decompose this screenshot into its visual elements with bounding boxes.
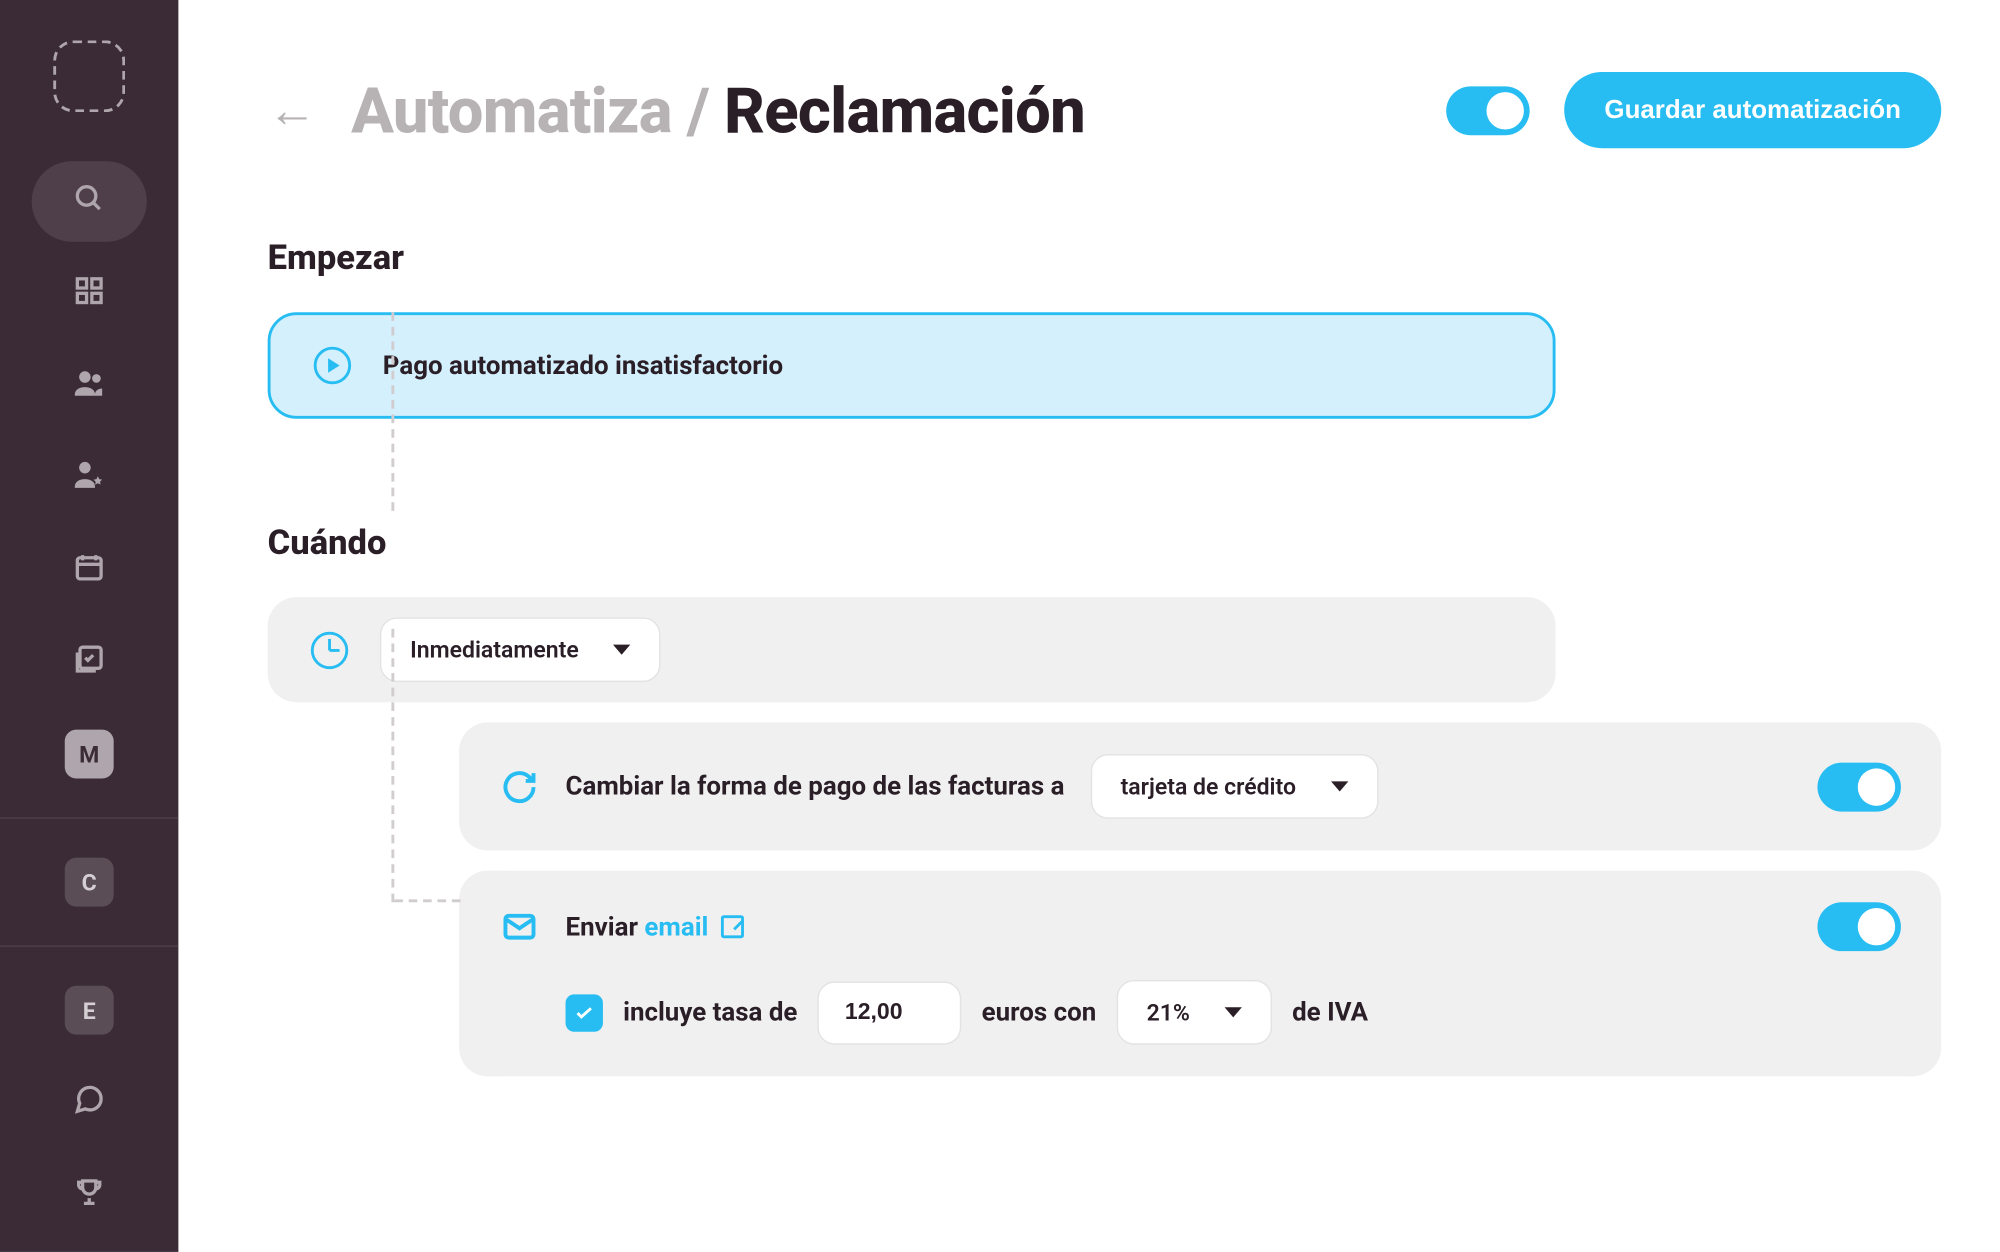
sidebar-item-members[interactable] xyxy=(32,345,147,426)
change-payment-label: Cambiar la forma de pago de las facturas… xyxy=(566,771,1065,801)
fee-amount-input[interactable] xyxy=(818,981,962,1044)
change-payment-toggle[interactable] xyxy=(1817,762,1900,811)
sidebar-divider xyxy=(0,817,178,818)
save-button[interactable]: Guardar automatización xyxy=(1564,72,1941,148)
breadcrumb-current: Reclamación xyxy=(724,73,1085,148)
people-icon xyxy=(72,366,107,406)
sidebar: M C E xyxy=(0,0,178,1252)
send-email-toggle[interactable] xyxy=(1817,902,1900,951)
main-content: ← Automatiza / Reclamación Guardar autom… xyxy=(178,0,2000,1252)
breadcrumb-parent[interactable]: Automatiza xyxy=(351,73,672,148)
sidebar-item-achievements[interactable] xyxy=(32,1154,147,1235)
timing-dropdown[interactable]: Inmediatamente xyxy=(380,617,661,682)
search-icon xyxy=(73,183,105,220)
fee-mid: euros con xyxy=(982,997,1097,1027)
payment-method-dropdown[interactable]: tarjeta de crédito xyxy=(1090,754,1378,819)
mail-icon xyxy=(499,907,539,947)
back-arrow-icon[interactable]: ← xyxy=(268,81,317,139)
sidebar-item-chat[interactable] xyxy=(32,1062,147,1143)
action-change-payment: Cambiar la forma de pago de las facturas… xyxy=(459,722,1941,850)
sidebar-item-favorites[interactable] xyxy=(32,437,147,518)
section-title-when: Cuándo xyxy=(268,522,1942,562)
trophy-icon xyxy=(73,1176,105,1213)
sidebar-item-tasks[interactable] xyxy=(32,622,147,703)
sidebar-badge-c[interactable]: C xyxy=(32,842,147,923)
trigger-card[interactable]: Pago automatizado insatisfactorio xyxy=(268,312,1556,418)
sidebar-badge-m[interactable]: M xyxy=(32,714,147,795)
vat-dropdown[interactable]: 21% xyxy=(1116,980,1272,1045)
caret-down-icon xyxy=(1331,781,1348,791)
trigger-label: Pago automatizado insatisfactorio xyxy=(383,350,783,380)
external-link-icon[interactable] xyxy=(721,914,744,937)
play-circle-icon xyxy=(314,347,351,384)
refresh-icon xyxy=(499,766,539,806)
calendar-icon xyxy=(73,551,105,588)
vat-selected: 21% xyxy=(1147,999,1190,1026)
send-email-label: Enviar email xyxy=(566,912,744,942)
timing-selected: Inmediatamente xyxy=(410,636,579,663)
caret-down-icon xyxy=(613,645,630,655)
breadcrumb: Automatiza / Reclamación xyxy=(351,73,1411,148)
connector-line xyxy=(391,629,394,902)
badge-e: E xyxy=(65,986,114,1035)
clock-icon xyxy=(311,631,348,668)
action-send-email: Enviar email incluye tasa de eur xyxy=(459,871,1941,1077)
email-link[interactable]: email xyxy=(644,912,708,942)
sidebar-item-search[interactable] xyxy=(32,161,147,242)
badge-c: C xyxy=(65,858,114,907)
page-header: ← Automatiza / Reclamación Guardar autom… xyxy=(268,72,1942,148)
fee-suffix: de IVA xyxy=(1292,997,1368,1027)
sidebar-item-dashboard[interactable] xyxy=(32,253,147,334)
sidebar-divider xyxy=(0,945,178,946)
sidebar-badge-e[interactable]: E xyxy=(32,970,147,1051)
fee-prefix: incluye tasa de xyxy=(623,997,797,1027)
automation-enabled-toggle[interactable] xyxy=(1446,86,1529,135)
breadcrumb-separator: / xyxy=(672,73,724,148)
checklist-icon xyxy=(73,643,105,680)
badge-m: M xyxy=(65,730,114,779)
fee-row: incluye tasa de euros con 21% de IVA xyxy=(566,980,1901,1045)
section-title-start: Empezar xyxy=(268,237,1942,277)
chat-icon xyxy=(73,1084,105,1121)
app-logo-placeholder xyxy=(53,40,125,112)
include-fee-checkbox[interactable] xyxy=(566,994,603,1031)
connector-line xyxy=(391,312,394,511)
person-star-icon xyxy=(72,458,107,498)
payment-method-selected: tarjeta de crédito xyxy=(1121,773,1296,800)
grid-icon xyxy=(73,275,105,312)
when-card: Inmediatamente xyxy=(268,597,1556,702)
sidebar-item-calendar[interactable] xyxy=(32,530,147,611)
caret-down-icon xyxy=(1224,1007,1241,1017)
